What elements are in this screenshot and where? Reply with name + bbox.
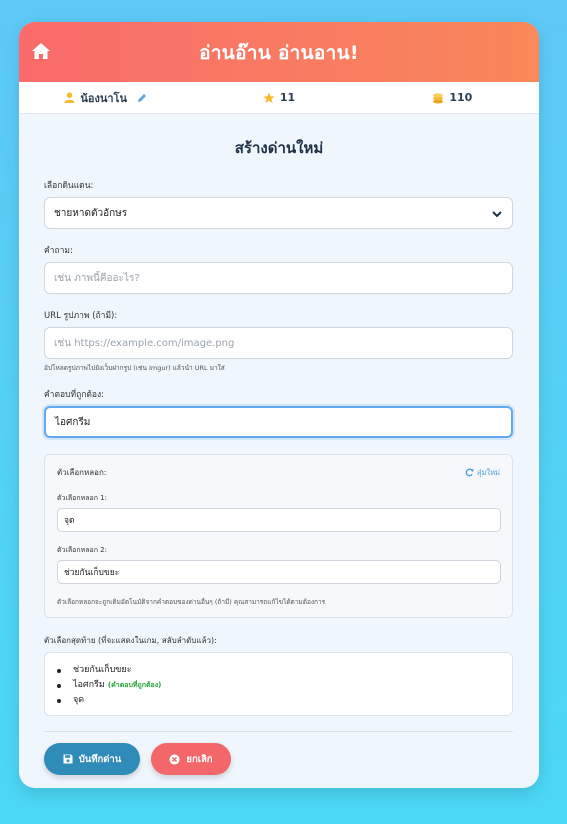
decoy-2-value: ช่วยกันเก็บขยะ bbox=[64, 568, 120, 578]
question-input[interactable] bbox=[44, 262, 513, 294]
username: น้องนาโน bbox=[80, 91, 127, 105]
final-option-2: ไอศกรีม (คำตอบที่ถูกต้อง) bbox=[55, 678, 502, 693]
image-url-input[interactable] bbox=[44, 327, 513, 359]
final-option-3-text: จุด bbox=[73, 695, 85, 705]
user-stat: น้องนาโน bbox=[19, 89, 192, 107]
decoy-1-input[interactable]: จุด bbox=[57, 508, 501, 532]
correct-answer-tag: (คำตอบที่ถูกต้อง) bbox=[107, 681, 162, 689]
decoy-title: ตัวเลือกหลอก: bbox=[57, 468, 107, 477]
coins-count: 110 bbox=[449, 91, 473, 104]
save-label: บันทึกด่าน bbox=[78, 753, 122, 765]
decoy-section: ตัวเลือกหลอก: สุ่มใหม่ ตัวเลือกหลอก 1: จ… bbox=[44, 454, 513, 618]
answer-input[interactable]: ไอศกรีม bbox=[44, 406, 513, 438]
form-area: สร้างด่านใหม่ เลือกดินแดน: ชายหาดตัวอักษ… bbox=[19, 136, 539, 775]
cancel-button[interactable]: ยกเลิก bbox=[151, 743, 231, 775]
coins-icon bbox=[433, 93, 444, 103]
final-option-3: จุด bbox=[55, 693, 502, 708]
stars-count: 11 bbox=[279, 91, 296, 104]
decoy-2-input[interactable]: ช่วยกันเก็บขยะ bbox=[57, 560, 501, 584]
land-select[interactable]: ชายหาดตัวอักษร bbox=[44, 197, 513, 229]
final-options-box: ช่วยกันเก็บขยะ ไอศกรีม (คำตอบที่ถูกต้อง) … bbox=[44, 652, 513, 716]
decoy-1-value: จุด bbox=[64, 516, 75, 526]
final-options-label: ตัวเลือกสุดท้าย (ที่จะแสดงในเกม, สลับลำด… bbox=[44, 636, 217, 645]
question-label: คำถาม: bbox=[44, 246, 73, 256]
answer-label: คำตอบที่ถูกต้อง: bbox=[44, 390, 105, 400]
decoy-help: ตัวเลือกหลอกจะถูกเติมอัตโนมัติจากคำตอบขอ… bbox=[57, 598, 326, 606]
user-icon bbox=[64, 92, 75, 103]
decoy-header: ตัวเลือกหลอก: สุ่มใหม่ bbox=[57, 466, 500, 479]
status-bar: น้องนาโน 11 110 bbox=[19, 82, 539, 114]
question-group: คำถาม: bbox=[44, 243, 514, 294]
divider bbox=[44, 731, 513, 732]
refresh-icon bbox=[465, 468, 474, 477]
image-url-label: URL รูปภาพ (ถ้ามี): bbox=[44, 311, 118, 321]
shuffle-label: สุ่มใหม่ bbox=[476, 467, 500, 477]
app-header: อ่านอ๊าน อ่านอาน! bbox=[19, 22, 539, 82]
shuffle-button[interactable]: สุ่มใหม่ bbox=[465, 467, 500, 479]
action-buttons: บันทึกด่าน ยกเลิก bbox=[44, 743, 514, 775]
decoy-2-label: ตัวเลือกหลอก 2: bbox=[57, 546, 107, 554]
decoy-1-label: ตัวเลือกหลอก 1: bbox=[57, 494, 107, 502]
coins-stat: 110 bbox=[366, 91, 539, 104]
save-button[interactable]: บันทึกด่าน bbox=[44, 743, 140, 775]
stars-stat: 11 bbox=[192, 91, 365, 104]
land-value: ชายหาดตัวอักษร bbox=[54, 207, 128, 219]
cancel-label: ยกเลิก bbox=[186, 753, 213, 765]
chevron-down-icon bbox=[492, 211, 502, 218]
star-icon bbox=[263, 92, 275, 103]
answer-value: ไอศกรีม bbox=[55, 416, 91, 428]
image-url-group: URL รูปภาพ (ถ้ามี): อัปโหลดรูปภาพไปยังเว… bbox=[44, 308, 514, 373]
edit-icon[interactable] bbox=[137, 93, 147, 103]
answer-group: คำตอบที่ถูกต้อง: ไอศกรีม bbox=[44, 387, 514, 438]
final-option-1: ช่วยกันเก็บขยะ bbox=[55, 663, 502, 678]
land-group: เลือกดินแดน: ชายหาดตัวอักษร bbox=[44, 178, 514, 229]
image-url-help: อัปโหลดรูปภาพไปยังเว็บฝากรูป (เช่น Imgur… bbox=[44, 364, 225, 372]
final-option-2-text: ไอศกรีม bbox=[73, 680, 105, 690]
editor-card: อ่านอ๊าน อ่านอาน! น้องนาโน 11 110 สร้างด… bbox=[19, 22, 539, 788]
land-label: เลือกดินแดน: bbox=[44, 181, 94, 191]
final-options-list: ช่วยกันเก็บขยะ ไอศกรีม (คำตอบที่ถูกต้อง) … bbox=[55, 663, 502, 708]
app-title: อ่านอ๊าน อ่านอาน! bbox=[199, 42, 359, 64]
form-title: สร้างด่านใหม่ bbox=[234, 139, 324, 157]
close-icon bbox=[169, 753, 180, 765]
save-icon bbox=[63, 754, 73, 764]
final-option-1-text: ช่วยกันเก็บขยะ bbox=[73, 665, 132, 675]
